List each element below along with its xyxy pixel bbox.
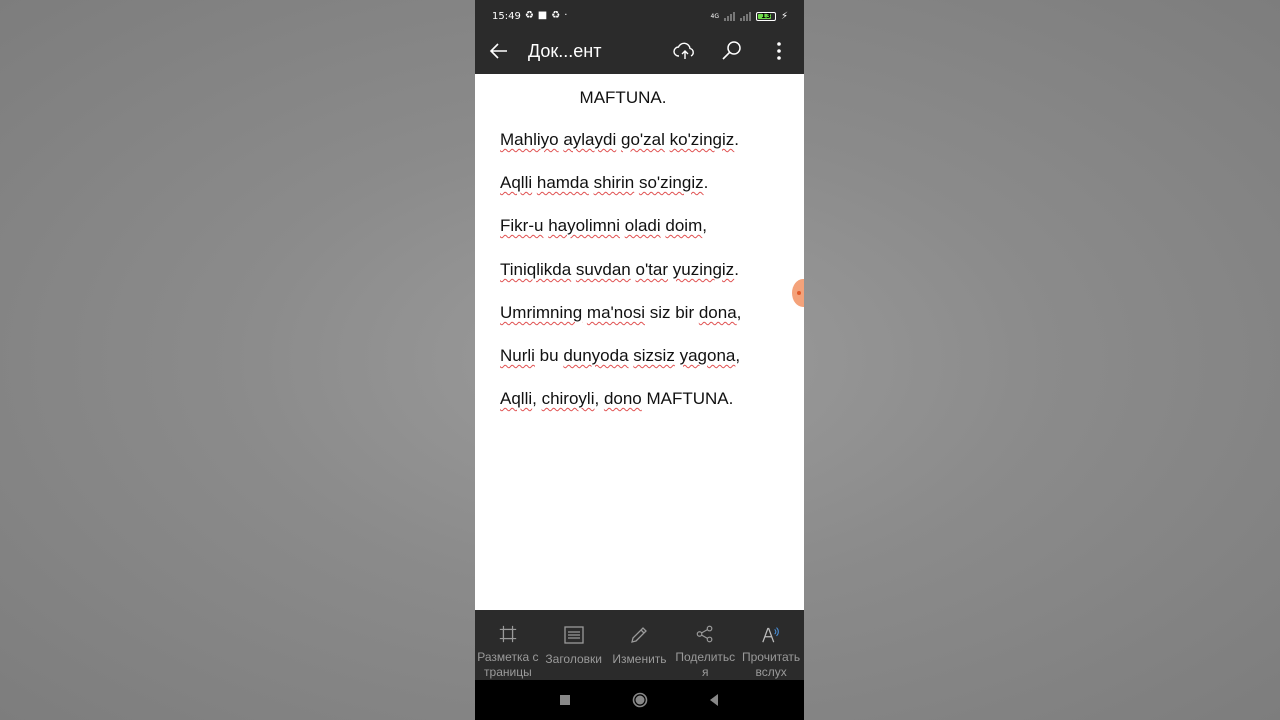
status-bar: 15:49 ♻ ■ ♻ · 4G 13 ⚡ [475,0,804,32]
document-page[interactable]: MAFTUNA. Mahliyo aylaydi go'zal ko'zingi… [475,74,804,610]
spellcheck-word: hayolimni [548,216,620,235]
poem-line-2: Aqlli hamda shirin so'zingiz. [500,173,708,193]
spellcheck-word: go'zal [620,130,665,149]
sync-icon-2: ♻ [551,10,561,21]
spellcheck-word: oladi [624,216,661,235]
bottom-toolbar: Разметка страницы Заголовки Изменить Под… [475,610,804,680]
toolbar-page-layout[interactable]: Разметка страницы [475,610,541,680]
text-run: . [703,173,709,192]
home-icon[interactable] [630,690,650,710]
text-run: MAFTUNA. [641,389,734,408]
video-icon: ■ [537,10,548,21]
share-icon [696,625,713,643]
toolbar-label: Поделиться [675,650,736,679]
spellcheck-word: Umrimning [500,303,583,322]
toolbar-label: Изменить [612,652,667,666]
text-run: , [594,389,604,408]
network-type: 4G [710,12,719,20]
text-run: , [532,389,542,408]
spellcheck-word: ko'zingiz [669,130,735,149]
signal-icon [723,11,735,21]
text-run: bu [534,346,564,365]
spellcheck-word: doim [665,216,703,235]
spellcheck-word: aylaydi [563,130,617,149]
toolbar-read-aloud[interactable]: Прочитать вслух [738,610,804,680]
toolbar-label: Прочитать вслух [741,650,801,679]
text-run: . [734,260,739,279]
spellcheck-word: yagona [679,346,736,365]
signal-icon-2 [739,11,751,21]
poem-line-3: Fikr-u hayolimni oladi doim, [500,216,707,236]
poem-line-5: Umrimning ma'nosi siz bir dona, [500,303,741,323]
spellcheck-word: chiroyli [541,389,595,408]
text-run: siz bir [644,303,699,322]
spellcheck-word: suvdan [575,260,631,279]
app-bar: Док...ент [475,32,804,74]
dot-icon: · [564,10,568,21]
poem-line-7: Aqlli, chiroyli, dono MAFTUNA. [500,389,733,409]
battery-level: 13 [761,12,771,20]
text-run: . [734,130,740,149]
status-time: 15:49 [492,10,521,22]
spellcheck-word: dono [603,389,642,408]
poem-line-6: Nurli bu dunyoda sizsiz yagona, [500,346,740,366]
charging-icon: ⚡ [780,10,788,22]
spellcheck-word: shirin [593,173,635,192]
spellcheck-word: Mahliyo [500,130,559,149]
text-run: , [736,303,742,322]
recent-apps-icon[interactable] [555,690,575,710]
spellcheck-word: ma'nosi [586,303,645,322]
spellcheck-word: dona [698,303,737,322]
back-arrow-icon[interactable] [487,39,511,63]
system-navigation-bar [475,680,804,720]
pencil-icon [631,627,648,643]
toolbar-headings[interactable]: Заголовки [541,610,607,680]
spellcheck-word: Fikr-u [500,216,544,235]
search-icon[interactable] [719,38,745,64]
spellcheck-word: Nurli [500,346,535,365]
text-run: , [735,346,741,365]
more-options-icon[interactable] [766,38,792,64]
spellcheck-word: o'tar [635,260,669,279]
back-nav-icon[interactable] [704,690,724,710]
poem-title: MAFTUNA. [579,88,667,107]
spellcheck-word: sizsiz [633,346,675,365]
spellcheck-word: dunyoda [563,346,629,365]
text-run: , [702,216,707,235]
battery-icon: 13 [755,11,776,21]
page-layout-icon [499,625,517,643]
phone-screen: 15:49 ♻ ■ ♻ · 4G 13 ⚡ Док...ент MAFTUNA.… [475,0,804,720]
spellcheck-word: so'zingiz [638,173,704,192]
document-title: Док...ент [528,41,602,61]
floating-assist-button[interactable] [792,279,804,307]
poem-line-4: Tiniqlikda suvdan o'tar yuzingiz. [500,260,739,280]
sync-icon: ♻ [524,10,534,21]
spellcheck-word: Tiniqlikda [500,260,572,279]
spellcheck-word: hamda [536,173,589,192]
toolbar-edit[interactable]: Изменить [607,610,673,680]
read-aloud-icon [762,627,779,643]
spellcheck-word: yuzingiz [672,260,735,279]
spellcheck-word: Aqlli [500,173,533,192]
toolbar-label: Заголовки [545,652,602,666]
poem-line-1: Mahliyo aylaydi go'zal ko'zingiz. [500,130,739,150]
cloud-upload-icon[interactable] [672,38,698,64]
headings-icon [564,626,584,644]
toolbar-label: Разметка страницы [477,650,539,679]
spellcheck-word: Aqlli [500,389,533,408]
toolbar-share[interactable]: Поделиться [672,610,738,680]
